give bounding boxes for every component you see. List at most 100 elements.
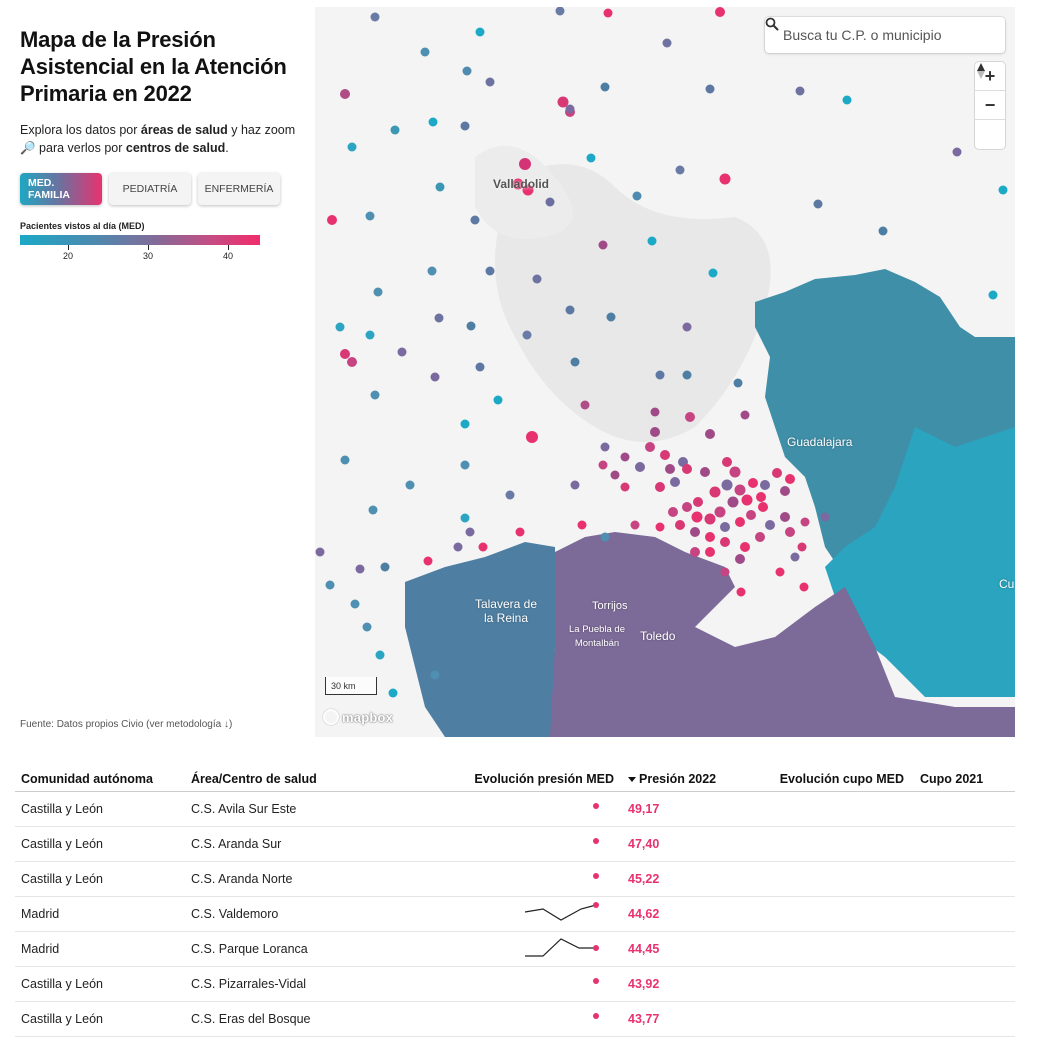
center-dot[interactable] [705, 429, 715, 439]
center-dot[interactable] [586, 153, 596, 163]
center-dot[interactable] [705, 532, 715, 542]
center-dot[interactable] [526, 431, 538, 443]
center-dot[interactable] [632, 191, 642, 201]
center-dot[interactable] [952, 147, 962, 157]
header-center[interactable]: Área/Centro de salud [185, 772, 465, 786]
center-dot[interactable] [522, 330, 532, 340]
center-dot[interactable] [705, 84, 715, 94]
center-dot[interactable] [570, 480, 580, 490]
header-pressure[interactable]: Presión 2022 [620, 772, 770, 786]
center-dot[interactable] [598, 460, 608, 470]
center-dot[interactable] [630, 520, 640, 530]
center-dot[interactable] [430, 372, 440, 382]
center-dot[interactable] [545, 197, 555, 207]
center-dot[interactable] [682, 464, 692, 474]
center-dot[interactable] [405, 480, 415, 490]
center-dot[interactable] [746, 510, 756, 520]
center-dot[interactable] [799, 582, 809, 592]
center-dot[interactable] [740, 542, 750, 552]
center-dot[interactable] [675, 520, 685, 530]
center-dot[interactable] [765, 520, 775, 530]
compass-button[interactable] [975, 63, 1005, 149]
center-dot[interactable] [988, 290, 998, 300]
center-dot[interactable] [734, 484, 746, 496]
center-dot[interactable] [662, 38, 672, 48]
center-dot[interactable] [729, 466, 741, 478]
center-dot[interactable] [375, 650, 385, 660]
center-dot[interactable] [478, 542, 488, 552]
center-dot[interactable] [347, 357, 357, 367]
center-dot[interactable] [785, 527, 795, 537]
center-dot[interactable] [772, 468, 782, 478]
center-dot[interactable] [733, 378, 743, 388]
center-dot[interactable] [714, 506, 726, 518]
center-dot[interactable] [842, 95, 852, 105]
center-dot[interactable] [780, 512, 790, 522]
center-dot[interactable] [748, 478, 758, 488]
center-dot[interactable] [650, 427, 660, 437]
center-dot[interactable] [365, 211, 375, 221]
center-dot[interactable] [727, 496, 739, 508]
center-dot[interactable] [690, 527, 700, 537]
center-dot[interactable] [668, 507, 678, 517]
center-dot[interactable] [434, 313, 444, 323]
center-dot[interactable] [691, 511, 703, 523]
search-input[interactable] [783, 27, 983, 43]
center-dot[interactable] [365, 330, 375, 340]
source-note[interactable]: Fuente: Datos propios Civio (ver metodol… [20, 719, 232, 730]
center-dot[interactable] [340, 455, 350, 465]
center-dot[interactable] [532, 274, 542, 284]
center-dot[interactable] [460, 513, 470, 523]
center-dot[interactable] [721, 479, 733, 491]
search-box[interactable] [765, 17, 1005, 53]
enfermeria-button[interactable]: ENFERMERÍA [198, 173, 280, 205]
center-dot[interactable] [598, 240, 608, 250]
center-dot[interactable] [682, 370, 692, 380]
center-dot[interactable] [650, 407, 660, 417]
center-dot[interactable] [388, 688, 398, 698]
center-dot[interactable] [600, 82, 610, 92]
center-dot[interactable] [430, 670, 440, 680]
center-dot[interactable] [820, 512, 830, 522]
center-dot[interactable] [600, 532, 610, 542]
center-dot[interactable] [660, 450, 670, 460]
center-dot[interactable] [435, 182, 445, 192]
center-dot[interactable] [470, 215, 480, 225]
center-dot[interactable] [775, 567, 785, 577]
table-row[interactable]: Castilla y León C.S. Eras del Bosque 43,… [15, 1002, 1015, 1037]
mapbox-attribution[interactable]: mapbox [323, 709, 393, 725]
center-dot[interactable] [380, 562, 390, 572]
center-dot[interactable] [493, 395, 503, 405]
center-dot[interactable] [705, 547, 715, 557]
center-dot[interactable] [665, 464, 675, 474]
center-dot[interactable] [485, 266, 495, 276]
center-dot[interactable] [325, 580, 335, 590]
center-dot[interactable] [519, 158, 531, 170]
center-dot[interactable] [610, 470, 620, 480]
center-dot[interactable] [340, 89, 350, 99]
table-row[interactable]: Castilla y León C.S. Avila Sur Este 49,1… [15, 792, 1015, 827]
center-dot[interactable] [720, 567, 730, 577]
center-dot[interactable] [675, 165, 685, 175]
center-dot[interactable] [423, 556, 433, 566]
table-row[interactable]: Castilla y León C.S. Aranda Norte 45,22 [15, 862, 1015, 897]
center-dot[interactable] [720, 537, 730, 547]
center-dot[interactable] [813, 199, 823, 209]
map-canvas[interactable] [315, 7, 1015, 737]
center-dot[interactable] [373, 287, 383, 297]
center-dot[interactable] [645, 442, 655, 452]
pediatria-button[interactable]: PEDIATRÍA [109, 173, 191, 205]
center-dot[interactable] [428, 117, 438, 127]
center-dot[interactable] [355, 564, 365, 574]
center-dot[interactable] [655, 370, 665, 380]
center-dot[interactable] [368, 505, 378, 515]
center-dot[interactable] [720, 522, 730, 532]
center-dot[interactable] [315, 547, 325, 557]
center-dot[interactable] [475, 27, 485, 37]
center-dot[interactable] [722, 457, 732, 467]
center-dot[interactable] [755, 532, 765, 542]
table-row[interactable]: Castilla y León C.S. Pizarrales-Vidal 43… [15, 967, 1015, 1002]
center-dot[interactable] [565, 104, 575, 114]
center-dot[interactable] [340, 349, 350, 359]
zoom-out-button[interactable]: − [975, 91, 1005, 120]
